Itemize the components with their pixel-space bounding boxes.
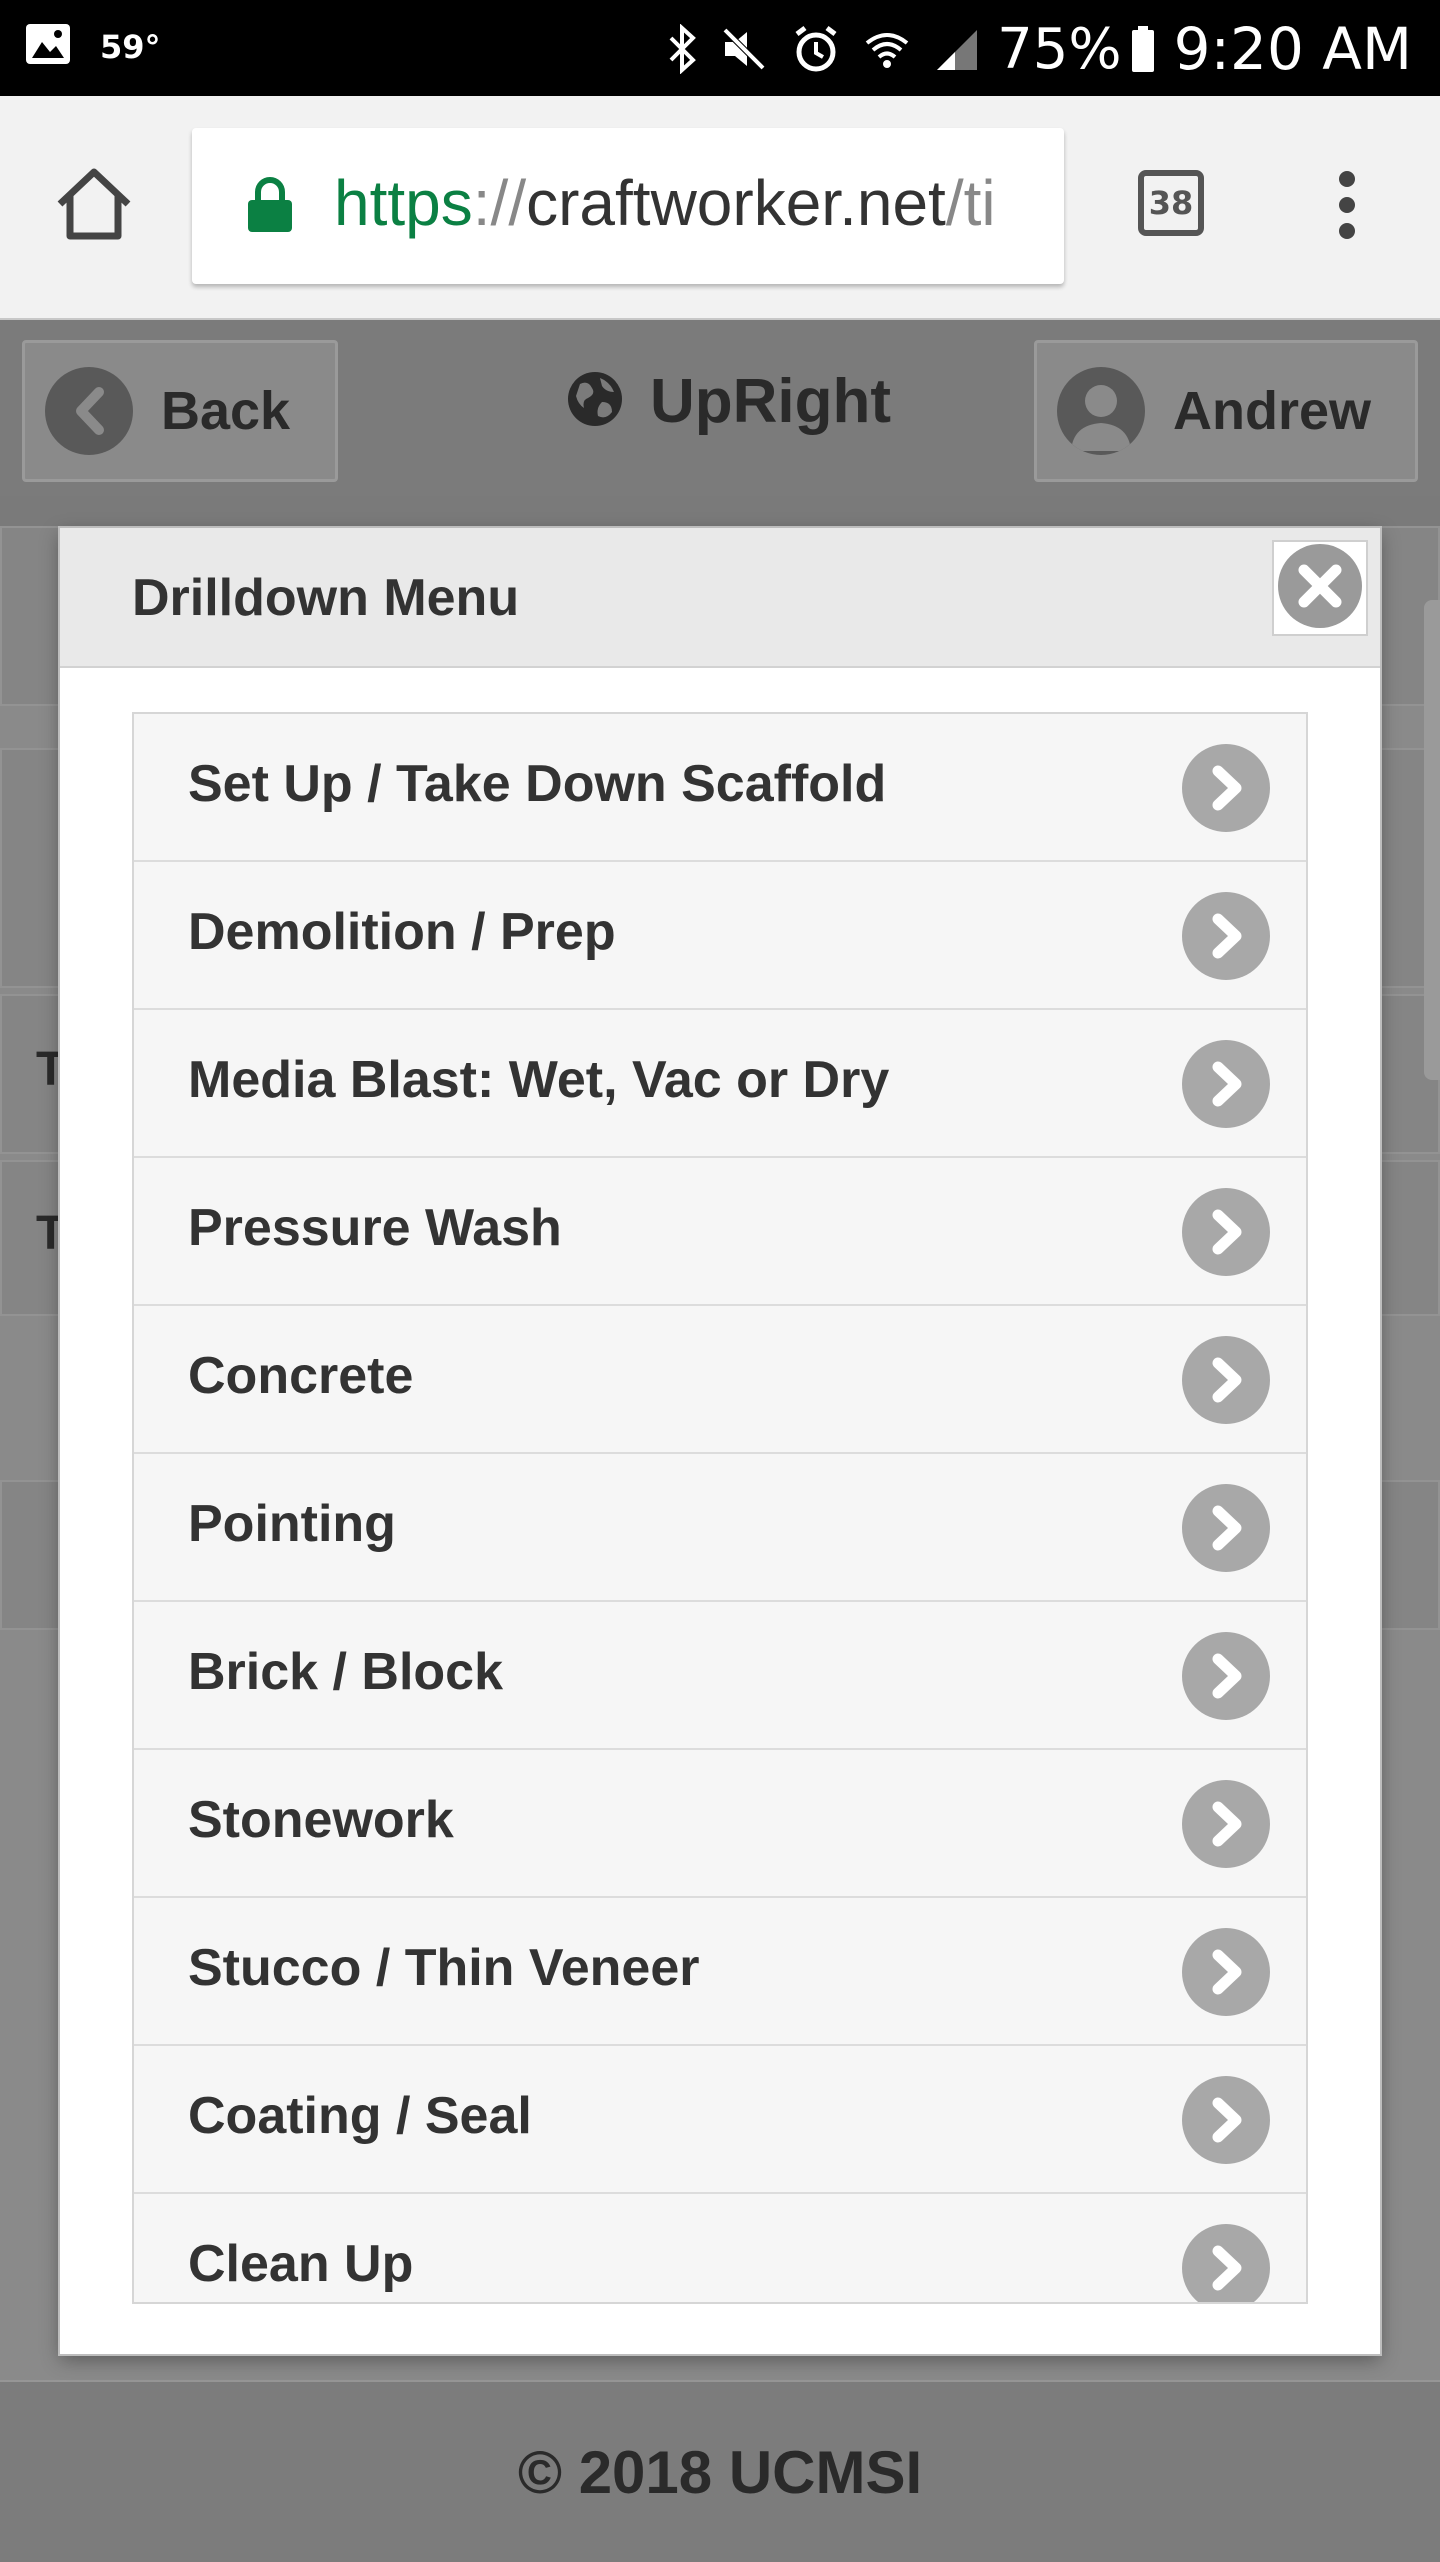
chevron-right-icon[interactable]: [1182, 892, 1270, 980]
menu-kebab-icon[interactable]: [1332, 170, 1362, 245]
close-icon: [1276, 542, 1364, 635]
user-button[interactable]: Andrew: [1034, 340, 1418, 482]
chevron-right-icon[interactable]: [1182, 1780, 1270, 1868]
signal-icon: [933, 26, 979, 72]
user-name: Andrew: [1173, 381, 1372, 441]
wifi-icon: [863, 25, 911, 73]
list-item-label: Demolition / Prep: [188, 903, 616, 961]
list-item-label: Brick / Block: [188, 1643, 504, 1701]
chevron-right-icon[interactable]: [1182, 744, 1270, 832]
list-item-label: Clean Up: [188, 2235, 414, 2293]
modal-title: Drilldown Menu: [132, 569, 520, 627]
status-bar: 59° 75% 9:20 AM: [0, 0, 1440, 96]
list-item-label: Concrete: [188, 1347, 414, 1405]
chevron-right-icon[interactable]: [1182, 1188, 1270, 1276]
chevron-left-icon: [45, 367, 133, 455]
chevron-right-icon[interactable]: [1182, 1484, 1270, 1572]
chevron-right-icon[interactable]: [1182, 2076, 1270, 2164]
drilldown-list[interactable]: Set Up / Take Down Scaffold Demolition / …: [132, 712, 1308, 2304]
lock-icon: [246, 176, 294, 239]
footer: © 2018 UCMSI: [0, 2380, 1440, 2562]
clock: 9:20 AM: [1173, 15, 1412, 83]
list-item[interactable]: Demolition / Prep: [134, 862, 1306, 1010]
chevron-right-icon[interactable]: [1182, 1040, 1270, 1128]
list-item-label: Stonework: [188, 1791, 454, 1849]
home-icon[interactable]: [54, 166, 134, 247]
bluetooth-icon: [667, 24, 697, 74]
image-icon: [24, 22, 72, 71]
chevron-right-icon[interactable]: [1182, 1928, 1270, 2016]
background-scroll-handle: [1424, 600, 1440, 1080]
browser-toolbar: https://craftworker.net/ti 38: [0, 96, 1440, 320]
list-item[interactable]: Clean Up: [134, 2194, 1306, 2302]
list-item[interactable]: Pressure Wash: [134, 1158, 1306, 1306]
back-button[interactable]: Back: [22, 340, 338, 482]
tab-switcher-button[interactable]: 38: [1138, 170, 1204, 236]
chevron-right-icon[interactable]: [1182, 2224, 1270, 2302]
back-label: Back: [161, 381, 291, 441]
mute-icon: [719, 24, 769, 74]
battery-icon: [1130, 24, 1156, 74]
drilldown-modal: Drilldown Menu Set Up / Take Down Scaffo…: [60, 528, 1380, 2354]
battery-percent: 75%: [997, 16, 1122, 82]
list-item[interactable]: Set Up / Take Down Scaffold: [134, 714, 1306, 862]
list-item-label: Pointing: [188, 1495, 396, 1553]
list-item[interactable]: Stucco / Thin Veneer: [134, 1898, 1306, 2046]
list-item[interactable]: Concrete: [134, 1306, 1306, 1454]
copyright: © 2018 UCMSI: [517, 2438, 923, 2506]
avatar-icon: [1057, 367, 1145, 455]
chevron-right-icon[interactable]: [1182, 1336, 1270, 1424]
brand: UpRight: [566, 366, 891, 437]
list-item[interactable]: Coating / Seal: [134, 2046, 1306, 2194]
list-item[interactable]: Stonework: [134, 1750, 1306, 1898]
list-item-label: Set Up / Take Down Scaffold: [188, 755, 887, 813]
background-divider: [0, 496, 1440, 526]
list-item[interactable]: Media Blast: Wet, Vac or Dry: [134, 1010, 1306, 1158]
modal-header: Drilldown Menu: [60, 528, 1380, 668]
list-item[interactable]: Pointing: [134, 1454, 1306, 1602]
close-button[interactable]: [1272, 540, 1368, 636]
globe-icon: [566, 370, 624, 433]
list-item-label: Pressure Wash: [188, 1199, 562, 1257]
url-bar[interactable]: https://craftworker.net/ti: [192, 128, 1064, 284]
list-item-label: Coating / Seal: [188, 2087, 532, 2145]
alarm-icon: [791, 24, 841, 74]
list-item-label: Media Blast: Wet, Vac or Dry: [188, 1051, 890, 1109]
list-item-label: Stucco / Thin Veneer: [188, 1939, 700, 1997]
url-text: https://craftworker.net/ti: [334, 167, 996, 239]
temperature: 59°: [100, 27, 161, 66]
brand-name: UpRight: [650, 367, 892, 436]
chevron-right-icon[interactable]: [1182, 1632, 1270, 1720]
list-item[interactable]: Brick / Block: [134, 1602, 1306, 1750]
app-header: Back UpRight Andrew: [0, 320, 1440, 496]
